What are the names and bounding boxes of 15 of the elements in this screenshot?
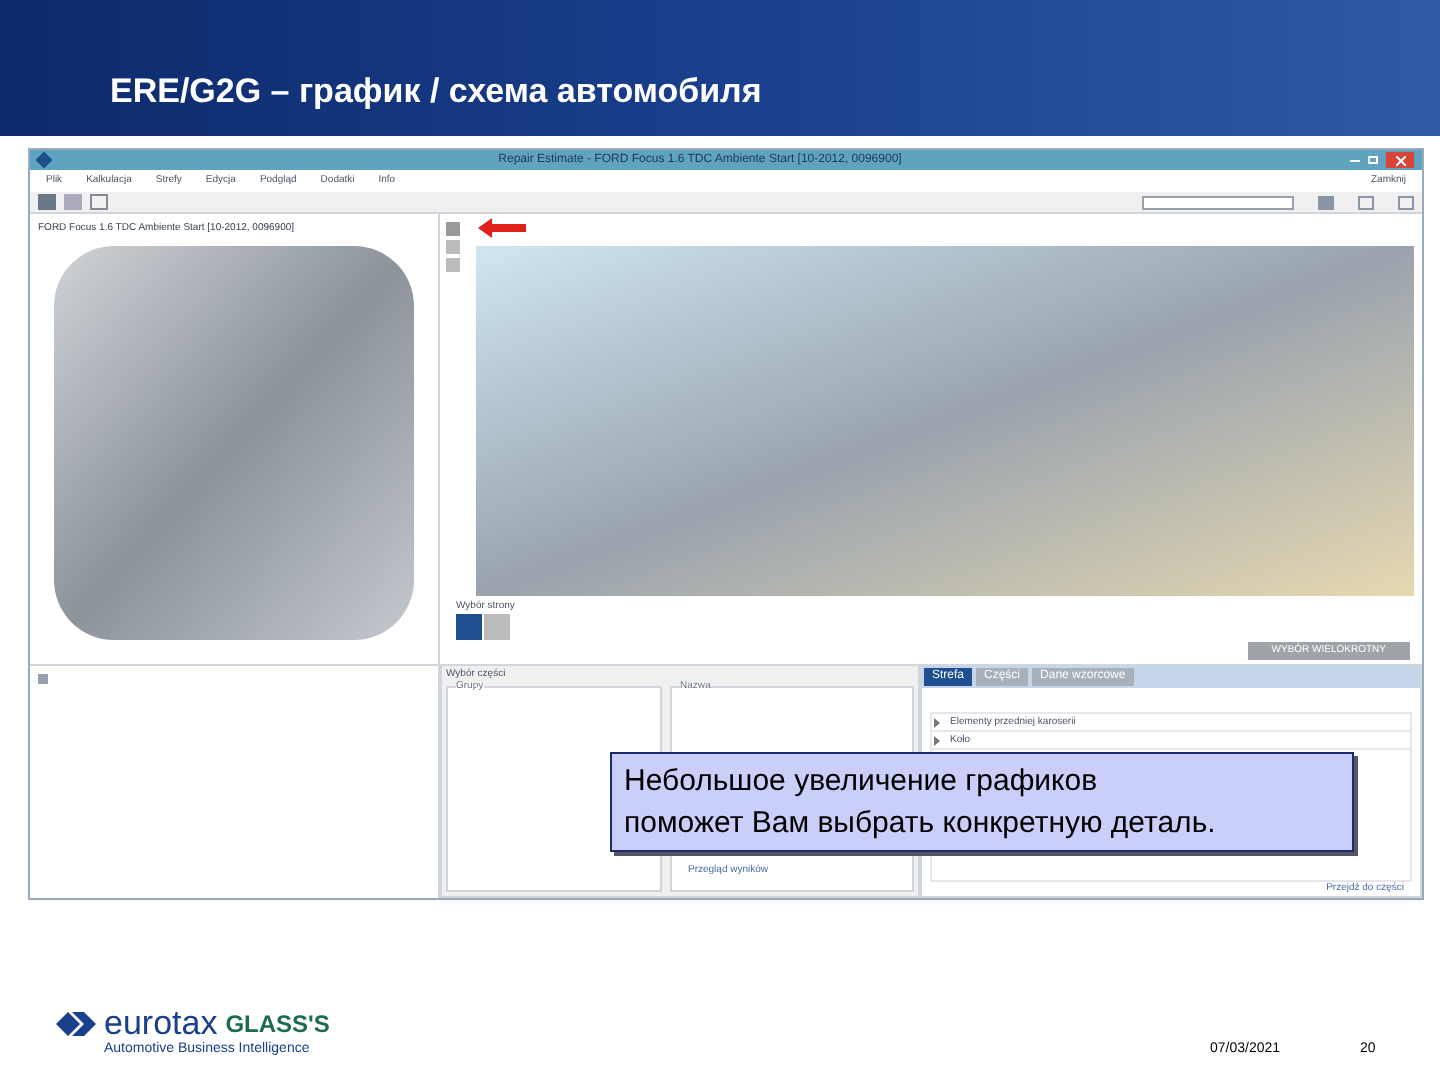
app-icon [35, 151, 53, 169]
slide-title: ERE/G2G – график / схема автомобиля [110, 69, 762, 113]
arrow-icon [476, 218, 528, 238]
expand-icon[interactable] [932, 717, 942, 727]
callout-text: Небольшое увеличение графиков поможет Вам выбрать конкретную деталь. [610, 752, 1354, 852]
minimize-icon[interactable] [1350, 159, 1360, 161]
maximize-icon[interactable] [1368, 156, 1378, 164]
close-button[interactable] [1386, 152, 1414, 168]
logo-brand: eurotax [104, 1006, 218, 1040]
dropdown-field[interactable] [1142, 195, 1294, 209]
expand-icon[interactable] [932, 735, 942, 745]
logo-icon [56, 1011, 96, 1035]
panel-icon [38, 674, 48, 684]
close-icon [1395, 155, 1405, 165]
logo-brand: GLASS'S [225, 1011, 330, 1035]
